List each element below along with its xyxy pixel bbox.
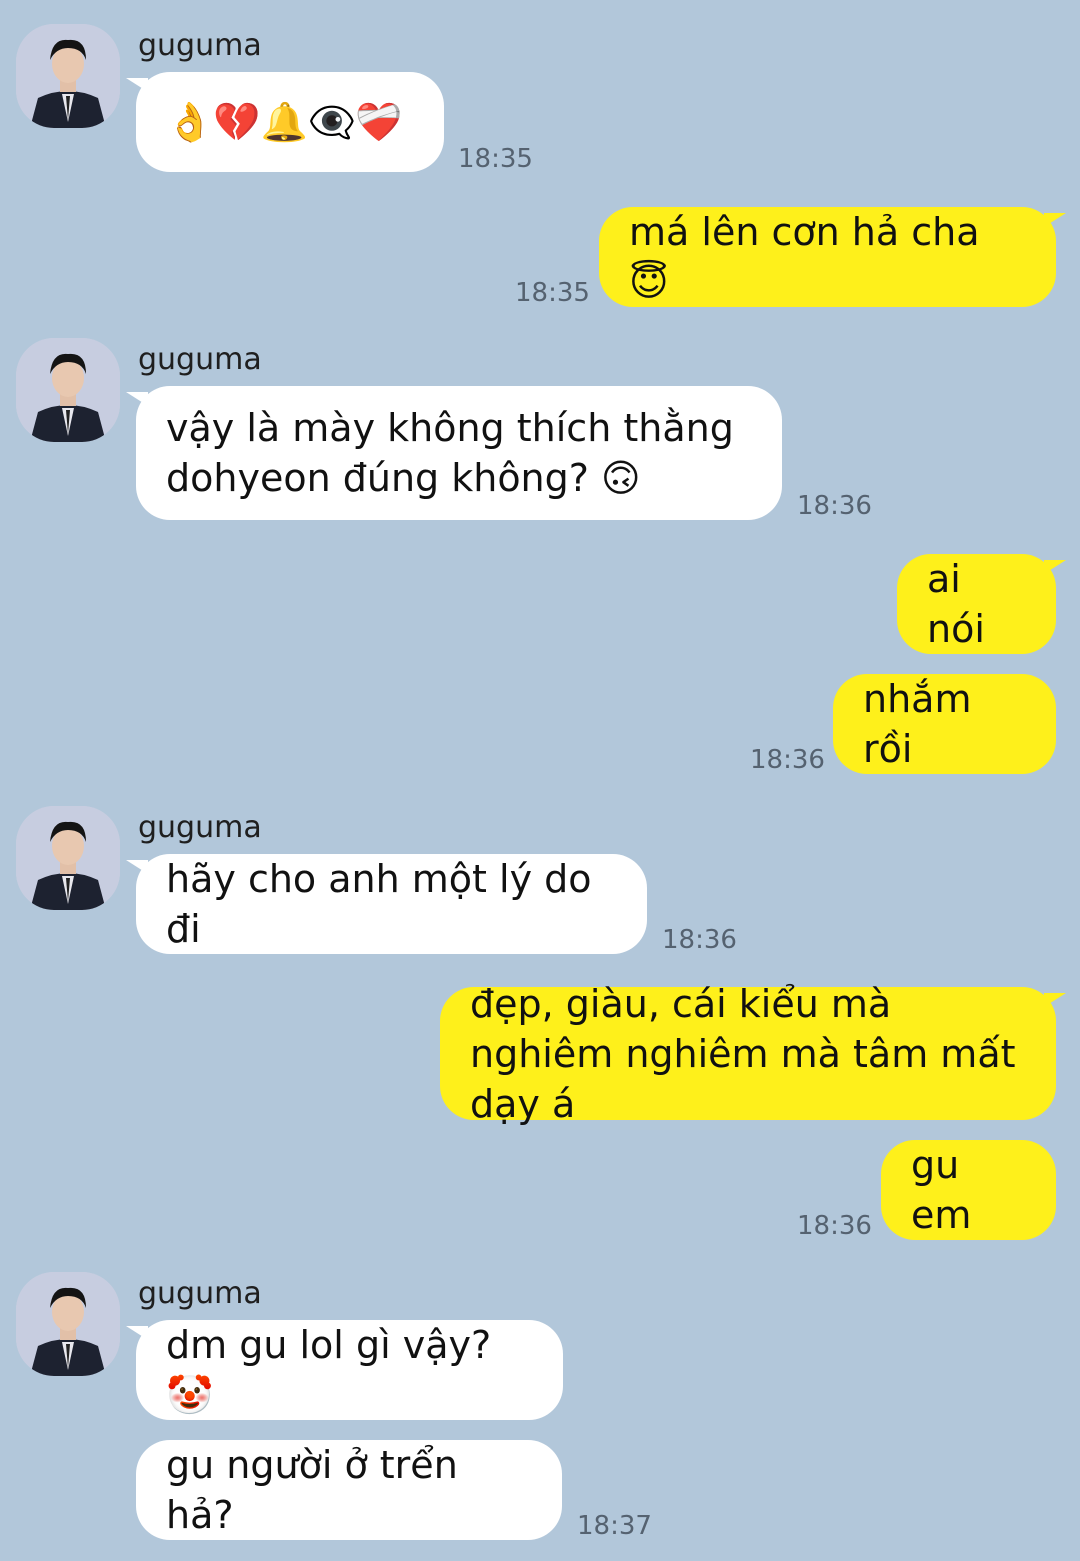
profile-photo-icon xyxy=(16,338,120,442)
profile-photo-icon xyxy=(16,806,120,910)
message-bubble[interactable]: nhắm rồi xyxy=(833,674,1056,774)
message-text: ai nói xyxy=(927,557,985,651)
message-bubble[interactable]: má lên cơn hả cha 😇 xyxy=(599,207,1066,307)
message-bubble[interactable]: 👌💔🔔👁️‍🗨️❤️‍🩹 xyxy=(126,72,444,172)
message-time: 18:36 xyxy=(662,925,737,955)
message-text: vậy là mày không thích thằng dohyeon đún… xyxy=(166,406,734,500)
sender-name: guguma xyxy=(138,342,262,377)
message-bubble[interactable]: đẹp, giàu, cái kiểu mà nghiêm nghiêm mà … xyxy=(440,982,1066,1126)
message-time: 18:35 xyxy=(515,278,590,308)
message-bubble[interactable]: dm gu lol gì vậy? 🤡 xyxy=(126,1320,563,1420)
message-time: 18:35 xyxy=(458,144,533,174)
avatar[interactable] xyxy=(16,806,120,910)
message-text: nhắm rồi xyxy=(863,677,972,771)
message-time: 18:37 xyxy=(577,1511,652,1541)
avatar[interactable] xyxy=(16,338,120,442)
message-bubble[interactable]: ai nói xyxy=(897,554,1066,654)
message-text: đẹp, giàu, cái kiểu mà nghiêm nghiêm mà … xyxy=(470,981,1016,1126)
message-text: hãy cho anh một lý do đi xyxy=(166,857,592,951)
sender-name: guguma xyxy=(138,1276,262,1311)
message-text: gu người ở trển hả? xyxy=(166,1443,458,1537)
message-text: dm gu lol gì vậy? 🤡 xyxy=(166,1323,492,1417)
message-time: 18:36 xyxy=(797,491,872,521)
sender-name: guguma xyxy=(138,28,262,63)
message-bubble[interactable]: vậy là mày không thích thằng dohyeon đún… xyxy=(126,386,782,520)
message-time: 18:36 xyxy=(797,1211,872,1241)
profile-photo-icon xyxy=(16,24,120,128)
message-bubble[interactable]: gu em xyxy=(881,1140,1056,1240)
message-text: má lên cơn hả cha 😇 xyxy=(629,210,980,304)
message-bubble[interactable]: gu người ở trển hả? xyxy=(136,1440,562,1540)
avatar[interactable] xyxy=(16,1272,120,1376)
message-text: 👌💔🔔👁️‍🗨️❤️‍🩹 xyxy=(166,100,403,144)
profile-photo-icon xyxy=(16,1272,120,1376)
message-text: gu em xyxy=(911,1143,972,1237)
message-time: 18:36 xyxy=(750,745,825,775)
avatar[interactable] xyxy=(16,24,120,128)
message-bubble[interactable]: hãy cho anh một lý do đi xyxy=(126,854,647,954)
sender-name: guguma xyxy=(138,810,262,845)
